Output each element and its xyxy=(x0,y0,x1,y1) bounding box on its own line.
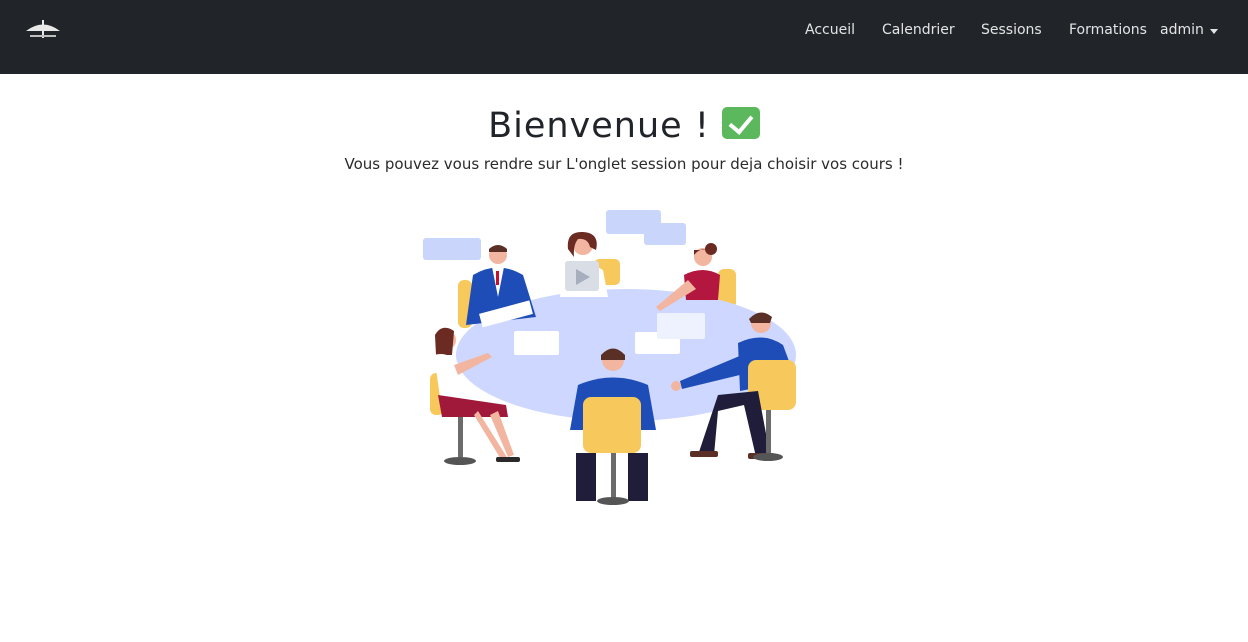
page-title-text: Bienvenue ! xyxy=(488,106,710,146)
nav-link-accueil[interactable]: Accueil xyxy=(805,22,855,38)
user-menu-toggle[interactable]: admin xyxy=(1160,22,1204,38)
page-title: Bienvenue ! xyxy=(0,106,1248,146)
check-mark-icon xyxy=(721,107,760,139)
chevron-down-icon[interactable] xyxy=(1210,29,1218,34)
page-subtitle: Vous pouvez vous rendre sur L'onglet ses… xyxy=(344,155,904,173)
umbrella-logo-icon[interactable] xyxy=(24,16,62,42)
nav-link-formations[interactable]: Formations xyxy=(1069,22,1147,38)
nav-link-calendrier[interactable]: Calendrier xyxy=(882,22,955,38)
top-navbar: Accueil Calendrier Sessions Formations a… xyxy=(0,0,1248,74)
team-meeting-illustration xyxy=(423,210,796,505)
nav-link-sessions[interactable]: Sessions xyxy=(981,22,1042,38)
